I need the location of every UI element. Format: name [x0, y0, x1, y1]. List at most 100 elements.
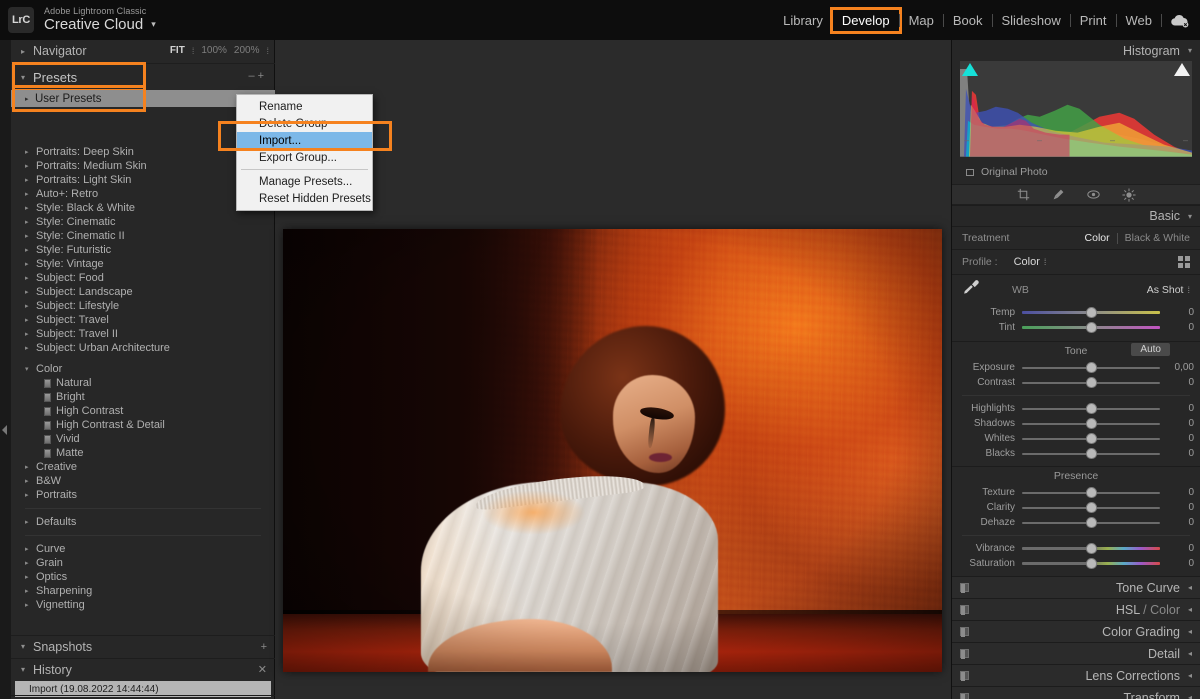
slider-saturation[interactable]: Saturation 0	[952, 556, 1200, 571]
shadow-clipping-indicator[interactable]	[962, 63, 978, 76]
module-tab-map[interactable]: Map	[900, 10, 943, 31]
chevron-right-icon[interactable]: ▸	[25, 218, 35, 226]
slider-track[interactable]	[1022, 322, 1160, 333]
presets-context-menu[interactable]: Rename Delete Group Import... Export Group.…	[236, 94, 373, 211]
panel-switch-icon[interactable]	[960, 671, 969, 681]
slider-track[interactable]	[1022, 377, 1160, 388]
zoom-200[interactable]: 200%	[234, 45, 260, 56]
chevron-right-icon[interactable]: ▸	[25, 162, 35, 170]
chevron-right-icon[interactable]: ▸	[21, 47, 25, 56]
slider-track[interactable]	[1022, 418, 1160, 429]
preset-item-row[interactable]: Matte	[11, 446, 275, 460]
slider-value[interactable]: 0	[1160, 502, 1194, 513]
chevron-down-icon[interactable]: ▾	[21, 642, 25, 651]
chevron-right-icon[interactable]: ▸	[25, 330, 35, 338]
chevron-left-icon[interactable]: ◂	[1188, 583, 1192, 592]
zoom-100[interactable]: 100%	[201, 45, 227, 56]
panel-switch-icon[interactable]	[960, 605, 969, 615]
chevron-right-icon[interactable]: ▸	[25, 316, 35, 324]
context-menu-item[interactable]: Reset Hidden Presets	[237, 190, 372, 207]
preset-group-row[interactable]: ▸ Grain	[11, 556, 275, 570]
spot-removal-icon[interactable]	[1052, 188, 1065, 201]
slider-handle[interactable]	[1085, 403, 1097, 414]
context-menu-item[interactable]: Delete Group	[237, 115, 372, 132]
slider-handle[interactable]	[1085, 433, 1097, 444]
chevron-left-icon[interactable]: ◂	[1188, 627, 1192, 636]
chevron-right-icon[interactable]: ▸	[25, 587, 35, 595]
slider-value[interactable]: 0,00	[1160, 362, 1194, 373]
chevron-left-icon[interactable]	[2, 425, 7, 435]
module-tab-web[interactable]: Web	[1117, 10, 1162, 31]
chevron-down-icon[interactable]: ▾	[21, 73, 25, 82]
masking-icon[interactable]	[1121, 187, 1136, 202]
left-panel-collapse-bar[interactable]	[0, 40, 11, 699]
slider-whites[interactable]: Whites 0	[952, 431, 1200, 446]
chevron-right-icon[interactable]: ▸	[25, 260, 35, 268]
zoom-fit[interactable]: FIT	[170, 45, 185, 56]
collections-header[interactable]: ▸ Collections +	[11, 695, 275, 699]
panel-header-color-grading[interactable]: Color Grading ◂	[952, 620, 1200, 642]
zoom-more-dots[interactable]: ⁞	[266, 46, 269, 56]
slider-exposure[interactable]: Exposure 0,00	[952, 360, 1200, 375]
preset-group-row[interactable]: ▸ Subject: Travel II	[11, 327, 275, 341]
module-tab-develop[interactable]: Develop	[829, 6, 902, 34]
zoom-fit-dots[interactable]: ⁞	[192, 46, 195, 56]
auto-tone-button[interactable]: Auto	[1131, 343, 1170, 356]
presets-add-remove-buttons[interactable]: –+	[248, 70, 267, 82]
slider-handle[interactable]	[1085, 322, 1097, 333]
slider-texture[interactable]: Texture 0	[952, 485, 1200, 500]
context-menu-item[interactable]: Export Group...	[237, 149, 372, 166]
chevron-right-icon[interactable]: ▸	[25, 559, 35, 567]
preset-group-row[interactable]: ▸ Sharpening	[11, 584, 275, 598]
context-menu-item[interactable]: Rename	[237, 98, 372, 115]
chevron-down-icon[interactable]: ▾	[1188, 212, 1192, 221]
preset-group-row[interactable]: ▸ Style: Cinematic	[11, 215, 275, 229]
presets-plus-button[interactable]: +	[258, 70, 267, 82]
context-menu-item[interactable]: Manage Presets...	[237, 173, 372, 190]
panel-switch-icon[interactable]	[960, 693, 969, 699]
profile-dropdown-icon[interactable]: ⁞	[1044, 257, 1047, 267]
slider-track[interactable]	[1022, 487, 1160, 498]
module-tab-library[interactable]: Library	[774, 10, 832, 31]
slider-handle[interactable]	[1085, 418, 1097, 429]
preset-group-row[interactable]: ▸ Style: Futuristic	[11, 243, 275, 257]
slider-value[interactable]: 0	[1160, 433, 1194, 444]
slider-handle[interactable]	[1085, 558, 1097, 569]
wb-dropdown-icon[interactable]: ⁞	[1187, 285, 1190, 295]
slider-value[interactable]: 0	[1160, 517, 1194, 528]
basic-panel-header[interactable]: Basic ▾	[952, 205, 1200, 226]
module-tab-print[interactable]: Print	[1071, 10, 1116, 31]
slider-track[interactable]	[1022, 558, 1160, 569]
chevron-right-icon[interactable]: ▸	[25, 545, 35, 553]
slider-dehaze[interactable]: Dehaze 0	[952, 515, 1200, 530]
module-tab-book[interactable]: Book	[944, 10, 992, 31]
slider-shadows[interactable]: Shadows 0	[952, 416, 1200, 431]
crop-icon[interactable]	[1017, 188, 1030, 201]
slider-handle[interactable]	[1085, 487, 1097, 498]
chevron-right-icon[interactable]: ▸	[25, 491, 35, 499]
slider-track[interactable]	[1022, 433, 1160, 444]
preset-group-row[interactable]: ▸ Subject: Landscape	[11, 285, 275, 299]
chevron-right-icon[interactable]: ▸	[25, 463, 35, 471]
preset-group-row[interactable]: ▸ Vignetting	[11, 598, 275, 612]
chevron-right-icon[interactable]: ▸	[25, 344, 35, 352]
photo-preview[interactable]	[283, 229, 942, 672]
navigator-panel-header[interactable]: ▸ Navigator FIT ⁞ 100% 200% ⁞	[11, 40, 275, 64]
slider-value[interactable]: 0	[1160, 558, 1194, 569]
presets-title-row[interactable]: ▾ Presets	[12, 62, 146, 92]
slider-value[interactable]: 0	[1160, 377, 1194, 388]
slider-track[interactable]	[1022, 307, 1160, 318]
chevron-down-icon[interactable]: ▾	[151, 19, 156, 30]
slider-track[interactable]	[1022, 403, 1160, 414]
chevron-down-icon[interactable]: ▾	[21, 665, 25, 674]
preset-item-row[interactable]: Vivid	[11, 432, 275, 446]
slider-value[interactable]: 0	[1160, 543, 1194, 554]
panel-header-tone-curve[interactable]: Tone Curve ◂	[952, 576, 1200, 598]
preset-item-row[interactable]: High Contrast & Detail	[11, 418, 275, 432]
preset-item-row[interactable]: High Contrast	[11, 404, 275, 418]
module-tab-slideshow[interactable]: Slideshow	[993, 10, 1070, 31]
chevron-down-icon[interactable]: ▾	[1188, 46, 1192, 55]
preset-item-row[interactable]: Natural	[11, 376, 275, 390]
presets-panel-header[interactable]: ▾ Presets –+	[11, 62, 275, 92]
snapshots-add-button[interactable]: +	[261, 641, 267, 653]
